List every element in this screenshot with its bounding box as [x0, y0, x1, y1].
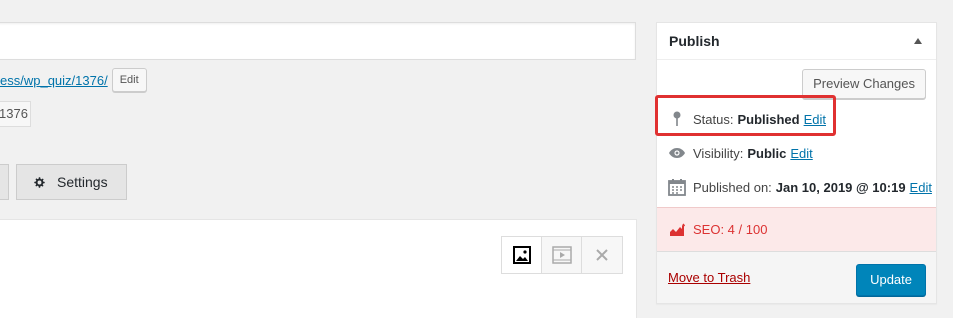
tab-settings[interactable]: Settings [16, 164, 127, 200]
tab-settings-label: Settings [57, 174, 108, 190]
image-button[interactable] [502, 237, 542, 273]
video-icon [551, 246, 572, 264]
publish-title: Publish [669, 33, 720, 49]
seo-chart-icon [670, 223, 685, 236]
close-icon [596, 249, 608, 261]
image-icon [512, 246, 531, 264]
publish-box: Publish Preview Changes Status: Publishe… [656, 22, 937, 304]
publish-header[interactable]: Publish [657, 23, 936, 60]
remove-button[interactable] [582, 237, 622, 273]
visibility-value: Public [747, 145, 787, 161]
post-title-input[interactable] [0, 22, 636, 60]
update-button[interactable]: Update [856, 264, 926, 296]
permalink-link[interactable]: ess/wp_quiz/1376/ [0, 73, 108, 88]
published-on-value: Jan 10, 2019 @ 10:19 [775, 179, 906, 195]
eye-icon [667, 143, 687, 163]
move-to-trash-link[interactable]: Move to Trash [668, 270, 750, 285]
visibility-label: Visibility: [693, 145, 744, 161]
calendar-icon [667, 177, 687, 197]
published-on-row: Published on: Jan 10, 2019 @ 10:19 Edit [667, 177, 932, 197]
publish-actions: Move to Trash Update [657, 251, 936, 303]
permalink-row: ess/wp_quiz/1376/ Edit [0, 68, 147, 92]
seo-score-row: SEO: 4 / 100 [657, 207, 936, 251]
seo-score-text: SEO: 4 / 100 [693, 222, 768, 237]
visibility-row: Visibility: Public Edit [667, 143, 813, 163]
published-on-label: Published on: [693, 179, 772, 195]
video-button[interactable] [542, 237, 582, 273]
collapse-arrow-icon[interactable] [914, 38, 922, 44]
tab-partial[interactable] [0, 164, 9, 200]
media-toolbar [501, 236, 623, 274]
shortlink-field[interactable]: 1376 [0, 101, 31, 127]
permalink-edit-button[interactable]: Edit [111, 68, 147, 92]
status-highlight-annotation [655, 95, 836, 136]
visibility-edit-link[interactable]: Edit [790, 146, 812, 161]
published-on-edit-link[interactable]: Edit [910, 180, 932, 195]
gear-icon [34, 176, 45, 188]
